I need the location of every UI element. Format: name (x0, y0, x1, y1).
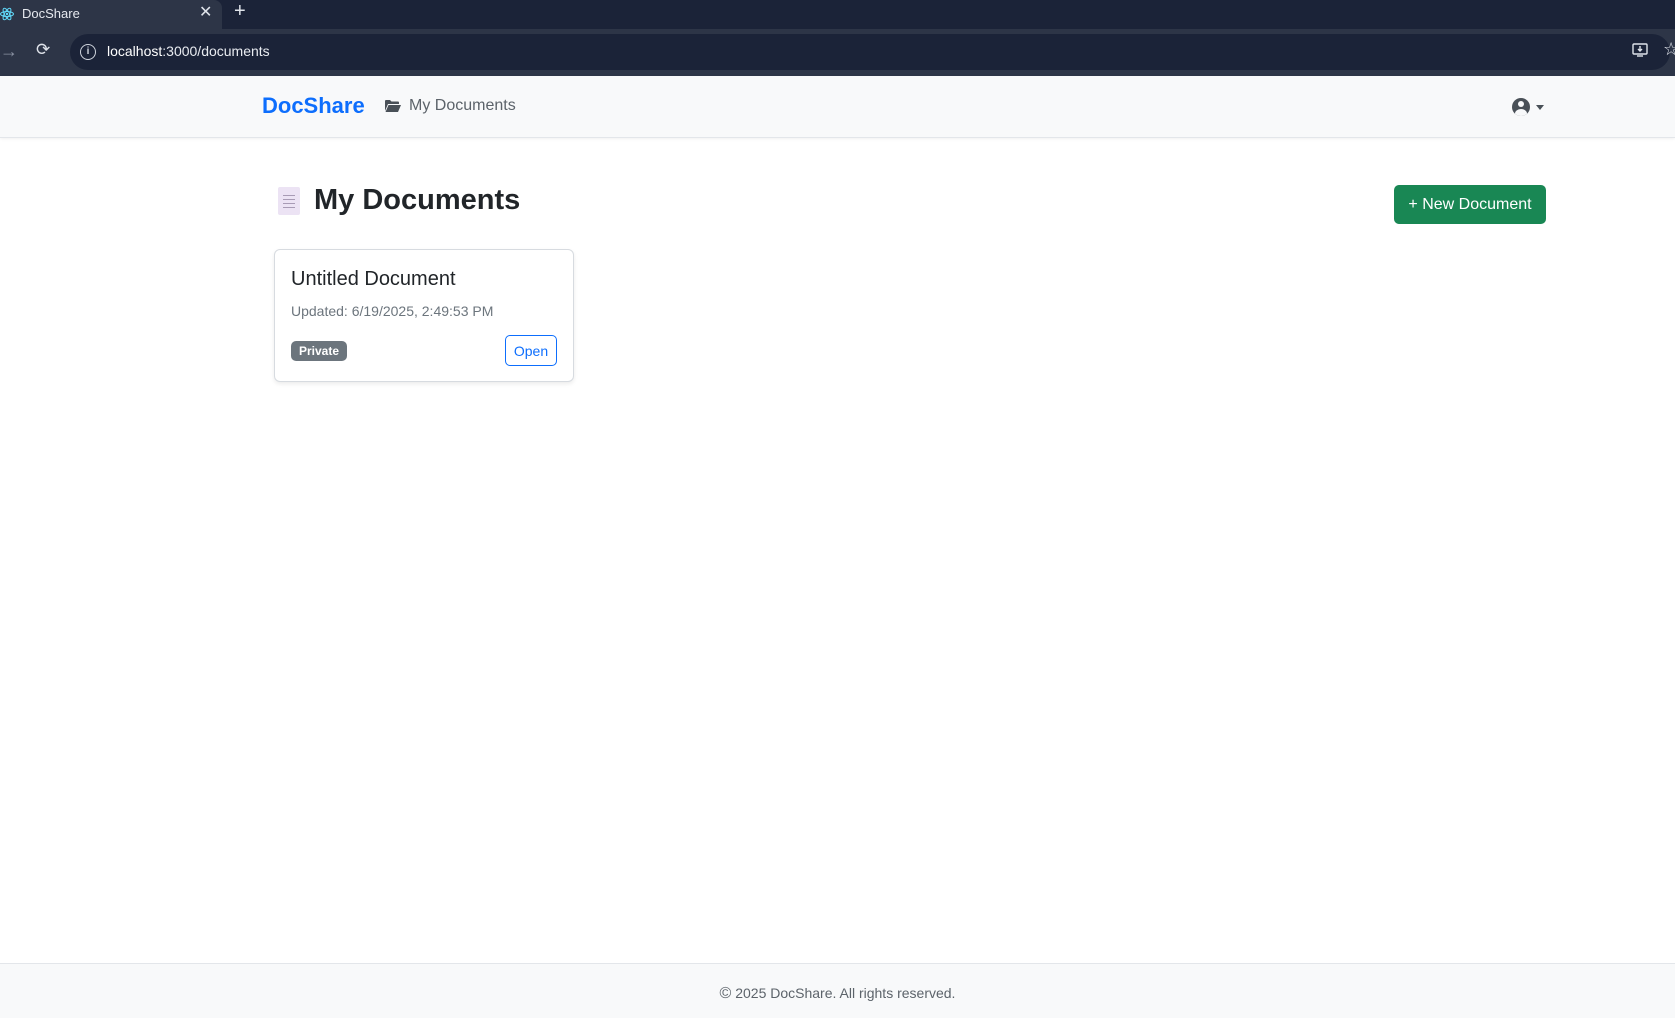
new-tab-button[interactable]: + (234, 0, 246, 22)
reload-icon[interactable]: ⟳ (36, 40, 50, 60)
user-circle-icon (1512, 98, 1530, 116)
document-icon (278, 186, 300, 215)
user-menu-dropdown[interactable] (1512, 98, 1544, 116)
react-logo-icon (0, 7, 14, 21)
app-navbar: DocShare My Documents (0, 76, 1675, 138)
tab-title: DocShare (22, 6, 80, 21)
document-card: Untitled Document Updated: 6/19/2025, 2:… (274, 249, 574, 382)
install-app-icon[interactable] (1632, 42, 1648, 58)
url-path: :3000/documents (162, 43, 270, 59)
copyright-icon: © (719, 985, 732, 1002)
bookmark-star-icon[interactable]: ☆ (1663, 39, 1675, 60)
new-document-button[interactable]: + New Document (1394, 185, 1546, 224)
url-text: localhost:3000/documents (107, 43, 270, 59)
footer-text: 2025 DocShare. All rights reserved. (735, 985, 956, 1001)
nav-link-label: My Documents (409, 97, 516, 114)
browser-tab[interactable]: DocShare ✕ (0, 0, 222, 29)
forward-arrow-icon[interactable]: → (0, 41, 18, 62)
page-header: My Documents (278, 184, 520, 217)
site-info-icon[interactable]: i (80, 44, 96, 60)
close-tab-icon[interactable]: ✕ (199, 2, 212, 22)
nav-link-my-documents[interactable]: My Documents (385, 97, 516, 115)
document-updated-timestamp: Updated: 6/19/2025, 2:49:53 PM (291, 303, 494, 319)
url-host: localhost (107, 43, 163, 59)
caret-down-icon (1536, 104, 1544, 110)
visibility-badge: Private (291, 341, 348, 361)
browser-tab-bar: DocShare ✕ + (0, 0, 1675, 29)
brand-logo[interactable]: DocShare (262, 93, 365, 119)
footer-copyright: © 2025 DocShare. All rights reserved. (0, 985, 1675, 1003)
document-title: Untitled Document (291, 268, 456, 290)
browser-toolbar: → ⟳ i localhost:3000/documents ☆ (0, 29, 1675, 76)
footer: © 2025 DocShare. All rights reserved. (0, 963, 1675, 1018)
page-title: My Documents (314, 184, 521, 216)
folder-open-icon (385, 100, 401, 112)
address-bar[interactable]: i localhost:3000/documents (70, 34, 1670, 70)
open-document-button[interactable]: Open (505, 335, 557, 366)
